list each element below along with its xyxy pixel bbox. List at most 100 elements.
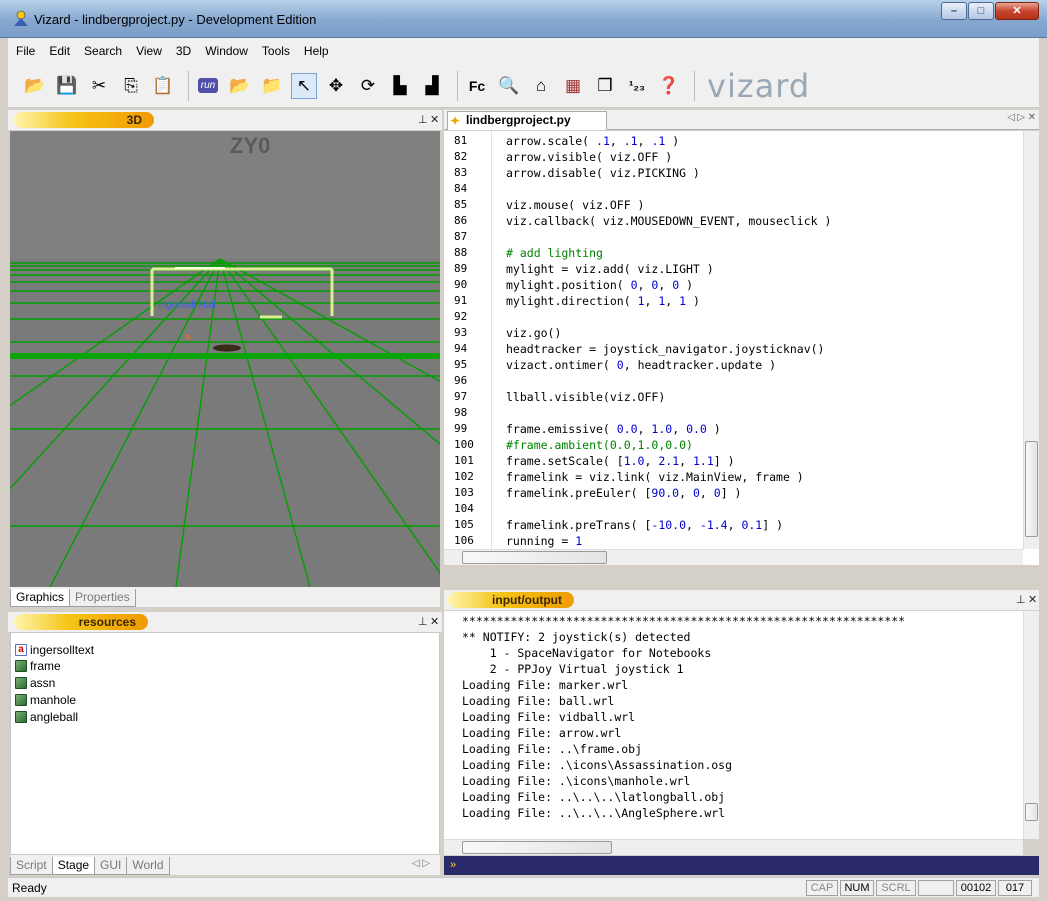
code-line[interactable]: frame.emissive( 0.0, 1.0, 0.0 ): [506, 422, 721, 436]
code-line[interactable]: vizact.ontimer( 0, headtracker.update ): [506, 358, 776, 372]
resource-label: frame: [30, 659, 61, 673]
editor-hscroll-thumb[interactable]: [462, 551, 607, 564]
tab-graphics[interactable]: Graphics: [10, 589, 71, 607]
editor-horizontal-scrollbar[interactable]: [444, 549, 1023, 565]
close-icon[interactable]: ✕: [430, 113, 439, 126]
code-line[interactable]: viz.callback( viz.MOUSEDOWN_EVENT, mouse…: [506, 214, 831, 228]
resource-item[interactable]: assn: [15, 676, 55, 690]
code-line[interactable]: llball.visible(viz.OFF): [506, 390, 665, 404]
code-line[interactable]: viz.go(): [506, 326, 561, 340]
code-line[interactable]: mylight = viz.add( viz.LIGHT ): [506, 262, 714, 276]
output-line: ****************************************…: [462, 614, 906, 628]
tabs-scroll-icon[interactable]: ◁ ▷: [412, 858, 430, 869]
rotate-icon[interactable]: ⟳: [355, 73, 381, 99]
output-console[interactable]: ****************************************…: [444, 611, 1039, 839]
editor-vertical-scrollbar[interactable]: [1023, 131, 1039, 549]
menu-tools[interactable]: Tools: [262, 44, 290, 58]
editor-tab[interactable]: ✦ lindbergproject.py: [447, 111, 607, 130]
code-line[interactable]: arrow.scale( .1, .1, .1 ): [506, 134, 679, 148]
cube-icon[interactable]: ❒: [592, 73, 618, 99]
import-icon[interactable]: ⌂: [528, 73, 554, 99]
tab-world[interactable]: World: [126, 857, 170, 875]
menu-3d[interactable]: 3D: [176, 44, 191, 58]
output-horizontal-scrollbar[interactable]: [444, 839, 1023, 855]
numbers-icon[interactable]: ¹₂₃: [624, 73, 650, 99]
resource-item[interactable]: manhole: [15, 693, 76, 707]
code-line[interactable]: framelink.preEuler( [90.0, 0, 0] ): [506, 486, 741, 500]
resource-item[interactable]: angleball: [15, 710, 78, 724]
tab-stage[interactable]: Stage: [51, 857, 96, 875]
paste-icon[interactable]: 📋: [150, 73, 176, 99]
pin-icon[interactable]: ⊥: [1016, 593, 1026, 606]
code-number-literal: 0: [672, 278, 680, 292]
code-line[interactable]: arrow.visible( viz.OFF ): [506, 150, 672, 164]
code-line[interactable]: framelink = viz.link( viz.MainView, fram…: [506, 470, 804, 484]
close-icon[interactable]: ✕: [430, 615, 439, 628]
code-editor[interactable]: 81 82 83 84 85 86 87 88 89 90 91 92 93 94 95 96 97 98 99 10…: [444, 131, 1039, 565]
menu-search[interactable]: Search: [84, 44, 122, 58]
menu-window[interactable]: Window: [205, 44, 248, 58]
editor-tab-label: lindbergproject.py: [466, 113, 571, 127]
code-line[interactable]: # add lighting: [506, 246, 603, 260]
pin-icon[interactable]: ⊥: [418, 113, 428, 126]
dock-right-icon[interactable]: ▟: [419, 73, 445, 99]
code-line[interactable]: mylight.direction( 1, 1, 1 ): [506, 294, 700, 308]
line-number: 83: [454, 166, 468, 179]
tab-properties[interactable]: Properties: [69, 589, 136, 607]
model-resource-icon: [15, 660, 27, 672]
resources-panel-header: resources ⊥ ✕: [8, 612, 442, 632]
code-line[interactable]: mylight.position( 0, 0, 0 ): [506, 278, 693, 292]
code-line[interactable]: viz.mouse( viz.OFF ): [506, 198, 644, 212]
tab-scroll-right-icon[interactable]: ▷: [1017, 112, 1025, 123]
code-line[interactable]: #frame.ambient(0.0,1.0,0.0): [506, 438, 693, 452]
resource-label: manhole: [30, 693, 77, 707]
grid-icon[interactable]: ▦: [560, 73, 586, 99]
resource-item[interactable]: a ingersolltext: [15, 643, 94, 657]
resource-item[interactable]: frame: [15, 659, 61, 673]
run-icon[interactable]: run: [195, 73, 221, 99]
save-icon[interactable]: 💾: [54, 73, 80, 99]
minimize-button[interactable]: –: [941, 2, 967, 20]
code-number-literal: -10.0: [651, 518, 687, 532]
output-line: Loading File: vidball.wrl: [462, 710, 636, 724]
maximize-button[interactable]: □: [968, 2, 994, 20]
output-scroll-thumb[interactable]: [1025, 803, 1038, 821]
code-line[interactable]: arrow.disable( viz.PICKING ): [506, 166, 700, 180]
code-line[interactable]: running = 1: [506, 534, 582, 548]
3d-viewport[interactable]: ZY0 Ingersoll Hall: [10, 131, 440, 587]
output-hscroll-thumb[interactable]: [462, 841, 612, 854]
select-pointer-icon[interactable]: ↖: [291, 72, 317, 99]
menu-file[interactable]: File: [16, 44, 35, 58]
status-bar: Ready CAP NUM SCRL 00102 017: [8, 877, 1039, 897]
menu-edit[interactable]: Edit: [49, 44, 70, 58]
command-line[interactable]: »: [444, 856, 1039, 875]
font-icon[interactable]: Fc: [464, 73, 490, 99]
pin-icon[interactable]: ⊥: [418, 615, 428, 628]
editor-scroll-thumb[interactable]: [1025, 441, 1038, 537]
dock-left-icon[interactable]: ▙: [387, 73, 413, 99]
line-number: 100: [454, 438, 474, 451]
tab-close-icon[interactable]: ✕: [1028, 112, 1036, 123]
output-panel-header: input/output ⊥ ✕: [444, 590, 1039, 610]
code-line[interactable]: headtracker = joystick_navigator.joystic…: [506, 342, 825, 356]
output-panel-title: input/output: [448, 592, 574, 608]
menu-view[interactable]: View: [136, 44, 162, 58]
help-icon[interactable]: ❓: [656, 73, 682, 99]
open-folder-icon[interactable]: 📂: [22, 73, 48, 99]
tab-scroll-left-icon[interactable]: ◁: [1007, 112, 1015, 123]
output-line: Loading File: ball.wrl: [462, 694, 615, 708]
code-line[interactable]: frame.setScale( [1.0, 2.1, 1.1] ): [506, 454, 735, 468]
copy-icon[interactable]: ⎘: [118, 73, 144, 99]
menu-help[interactable]: Help: [304, 44, 329, 58]
move-icon[interactable]: ✥: [323, 73, 349, 99]
output-vertical-scrollbar[interactable]: [1023, 611, 1039, 839]
code-line[interactable]: framelink.preTrans( [-10.0, -1.4, 0.1] ): [506, 518, 783, 532]
open-script-icon[interactable]: 📂: [227, 73, 253, 99]
close-button[interactable]: ✕: [995, 2, 1039, 20]
open-model-icon[interactable]: 📁: [259, 73, 285, 99]
tab-gui[interactable]: GUI: [94, 857, 128, 875]
zoom-icon[interactable]: 🔍: [496, 73, 522, 99]
close-icon[interactable]: ✕: [1028, 593, 1037, 606]
tab-script[interactable]: Script: [10, 857, 53, 875]
cut-icon[interactable]: ✂: [86, 73, 112, 99]
